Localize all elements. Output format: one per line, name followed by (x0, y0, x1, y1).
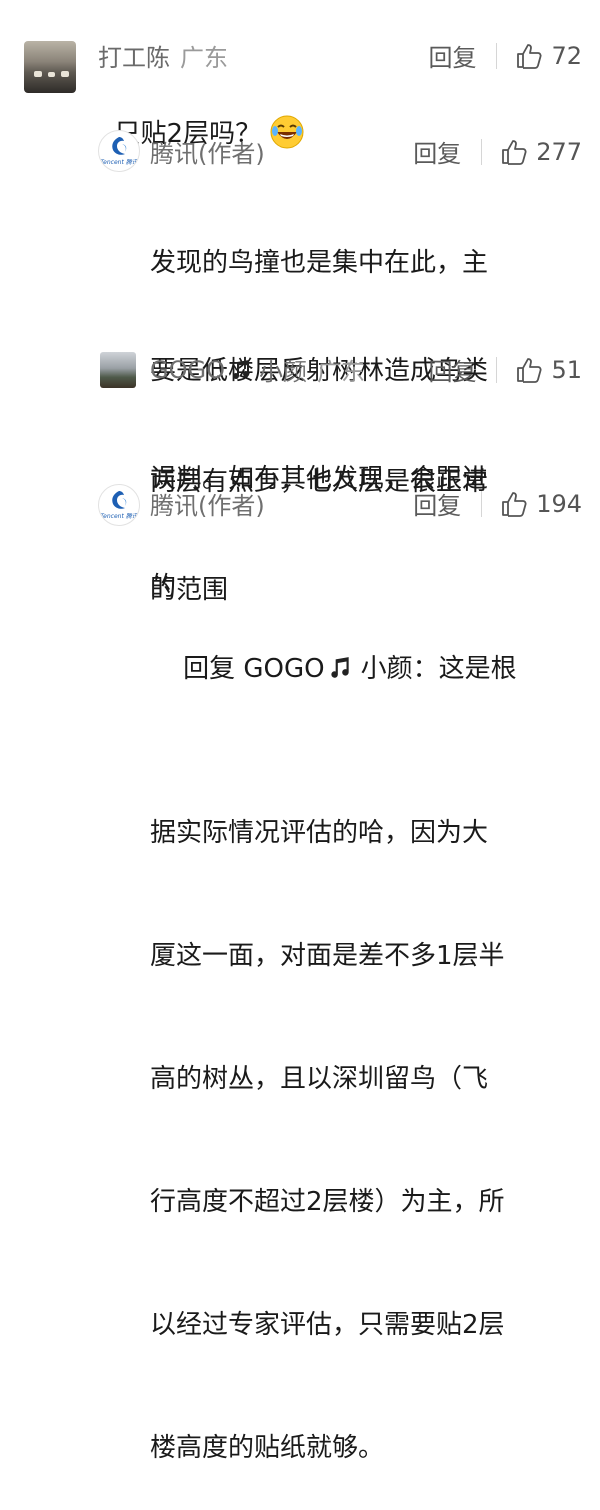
user-avatar[interactable] (100, 352, 136, 388)
tencent-avatar-word: Tencent 腾讯 (100, 513, 138, 520)
like-count: 72 (551, 41, 582, 70)
comment-actions: 回复 277 (413, 134, 582, 169)
reply-button[interactable]: 回复 (428, 38, 476, 73)
action-divider (481, 490, 483, 517)
tencent-avatar-word: Tencent 腾讯 (100, 159, 138, 166)
reply-button[interactable]: 回复 (413, 486, 461, 521)
music-note-icon (232, 359, 249, 379)
like-count: 277 (536, 137, 582, 166)
reply-prefix-suffix: 小颜：这是根 (360, 654, 517, 684)
tencent-avatar[interactable]: Tencent 腾讯 (98, 130, 140, 172)
tencent-logo-icon (112, 137, 127, 155)
comment-author-suffix[interactable]: 小颜 (259, 352, 307, 387)
thumbs-up-icon[interactable] (500, 490, 528, 518)
thumbs-up-icon[interactable] (515, 356, 543, 384)
comment-text-line: 据实际情况评估的哈，因为大 (150, 818, 489, 848)
user-avatar[interactable] (24, 41, 76, 93)
thumbs-up-icon[interactable] (515, 42, 543, 70)
tencent-avatar[interactable]: Tencent 腾讯 (98, 484, 140, 526)
comment-text-line: 回复 GOGO 小颜：这是根 (150, 608, 517, 731)
action-divider (496, 356, 498, 383)
action-divider (496, 42, 498, 69)
comment-author-name[interactable]: 打工陈 (98, 38, 170, 73)
comment-text-line: 行高度不超过2层楼）为主，所 (150, 1187, 505, 1217)
thumbs-up-icon[interactable] (500, 138, 528, 166)
reply-button[interactable]: 回复 (413, 134, 461, 169)
comment-author-line: GOGO 小颜 广东 (150, 352, 365, 387)
comment-author-name[interactable]: 腾讯(作者) (150, 486, 265, 521)
action-divider (481, 138, 483, 165)
comment-author-line: 打工陈 广东 (98, 38, 228, 73)
comment-author-line: 腾讯(作者) (150, 134, 265, 169)
comment-text-line: 楼高度的贴纸就够。 (150, 1433, 385, 1463)
like-count: 194 (536, 489, 582, 518)
comment-author-name[interactable]: 腾讯(作者) (150, 134, 265, 169)
comment-author-name[interactable]: GOGO (150, 356, 225, 384)
comment-text-line: 厦这一面，对面是差不多1层半 (150, 941, 505, 971)
comment-text-line: 以经过专家评估，只需要贴2层 (150, 1310, 505, 1340)
comment-actions: 回复 51 (428, 352, 582, 387)
comment-actions: 回复 72 (428, 38, 582, 73)
music-note-icon (330, 657, 349, 678)
reply-prefix[interactable]: 回复 GOGO (183, 654, 325, 684)
reply-button[interactable]: 回复 (428, 352, 476, 387)
comment-author-line: 腾讯(作者) (150, 486, 265, 521)
comment-location: 广东 (180, 44, 228, 72)
comment-text-line: 发现的鸟撞也是集中在此，主 (150, 248, 489, 278)
comment-text-line: 高的树丛，且以深圳留鸟（飞 (150, 1064, 489, 1094)
comment-text: 回复 GOGO 小颜：这是根 据实际情况评估的哈，因为大 厦这一面，对面是差不多1… (150, 526, 517, 1510)
comment-location: 广东 (316, 358, 365, 386)
laughing-tears-emoji-icon (270, 115, 304, 149)
tencent-logo-icon (112, 491, 127, 509)
comment-actions: 回复 194 (413, 486, 582, 521)
like-count: 51 (551, 355, 582, 384)
